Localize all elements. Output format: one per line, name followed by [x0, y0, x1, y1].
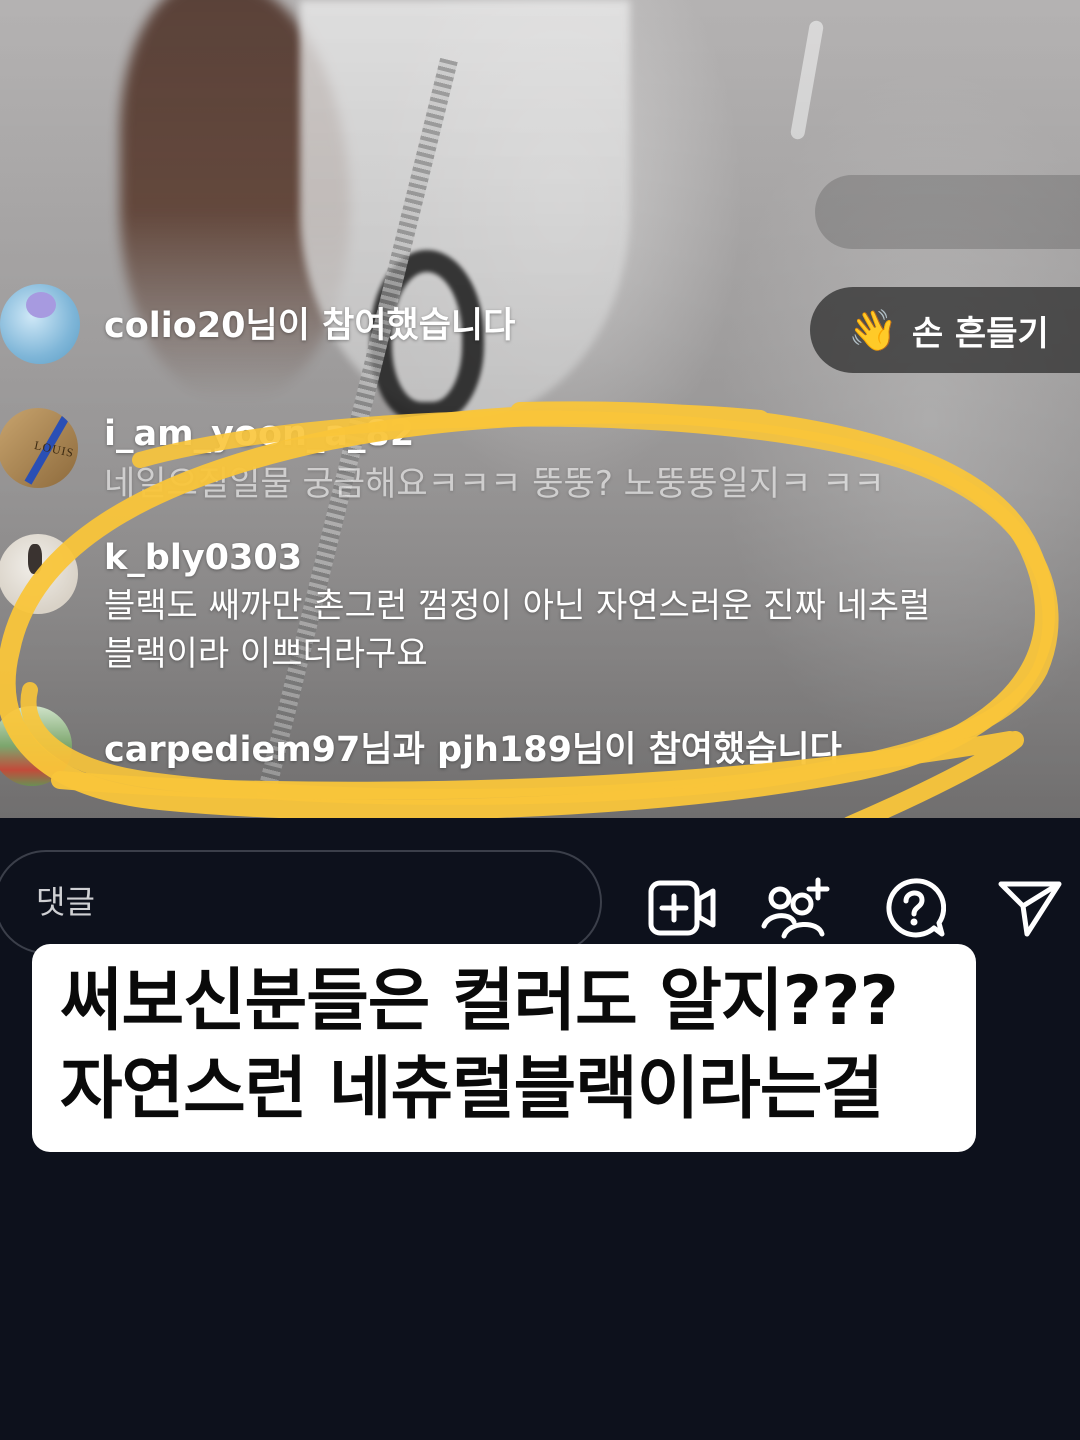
- join-message: colio20님이 참여했습니다: [104, 306, 516, 346]
- send-icon[interactable]: [990, 868, 1070, 948]
- add-video-icon[interactable]: [642, 868, 722, 948]
- avatar[interactable]: LOUIS: [0, 408, 78, 488]
- wave-hand-icon: 👋: [848, 307, 898, 354]
- avatar[interactable]: [0, 284, 80, 364]
- wave-button[interactable]: 👋 손 흔들기: [810, 287, 1080, 373]
- join-message: carpediem97님과 pjh189님이 참여했습니다: [104, 730, 842, 770]
- avatar[interactable]: [0, 534, 78, 614]
- live-video: colio20님이 참여했습니다 👋 손 흔들기 LOUIS i_am_yoon…: [0, 0, 1080, 818]
- comment-username[interactable]: k_bly0303: [104, 534, 302, 582]
- question-icon[interactable]: [874, 868, 954, 948]
- comment-text-line1: 블랙도 쌔까만 촌그런 껌정이 아닌 자연스러운 진짜 네추럴: [104, 586, 931, 626]
- caption-line-2: 자연스런 네츄럴블랙이라는걸: [60, 1050, 884, 1129]
- video-overlay: [0, 0, 1080, 818]
- comment-text-line2: 블랙이라 이쁘더라구요: [104, 634, 428, 674]
- comment-username[interactable]: i_am_yoon_a_82: [104, 410, 414, 458]
- invite-people-icon[interactable]: [756, 868, 836, 948]
- wave-label: 손 흔들기: [911, 313, 1049, 354]
- avatar-label: LOUIS: [33, 437, 76, 461]
- caption-card: 써보신분들은 컬러도 알지??? 자연스런 네츄럴블랙이라는걸: [32, 944, 976, 1152]
- comment-input[interactable]: [0, 850, 602, 954]
- comment-text: 네일으질일물 궁금해요ㅋㅋㅋ 뚱뚱? 노뚱뚱일지ㅋ ㅋㅋ: [104, 464, 885, 504]
- faded-chip: [815, 175, 1080, 249]
- caption-line-1: 써보신분들은 컬러도 알지???: [60, 962, 899, 1041]
